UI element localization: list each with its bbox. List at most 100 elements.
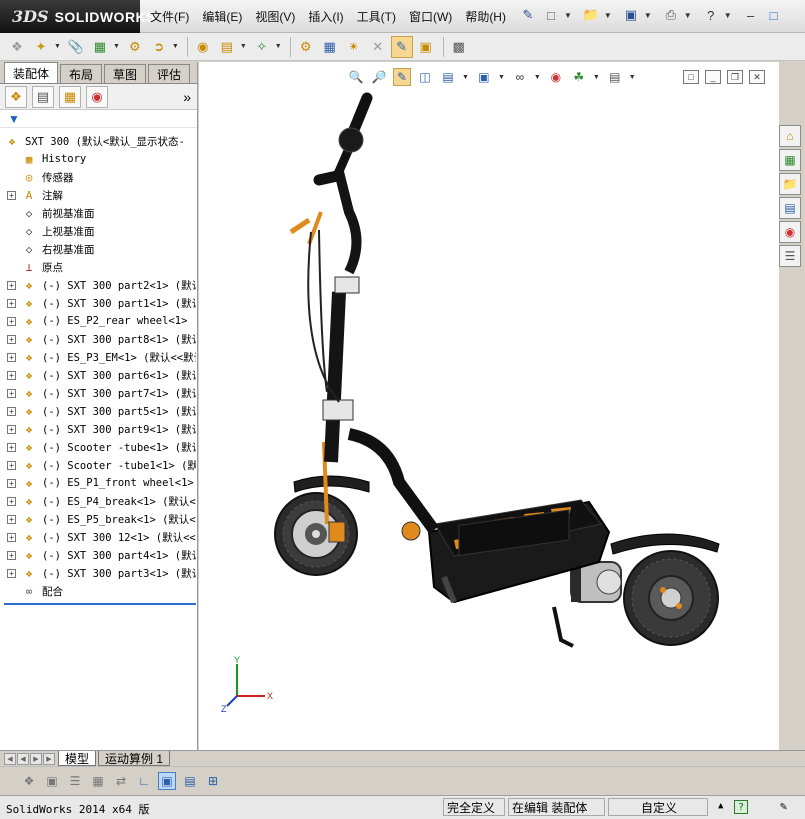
prev-tab-icon[interactable]: ◀ <box>17 752 29 765</box>
chevron-down-icon[interactable]: ▼ <box>113 43 120 50</box>
linear-pattern-icon[interactable]: ▦ <box>89 36 111 58</box>
section-icon[interactable]: ▦ <box>89 772 107 790</box>
chevron-down-icon[interactable]: ▼ <box>54 43 61 50</box>
chevron-down-icon[interactable]: ▼ <box>275 43 282 50</box>
tree-item[interactable]: + ❖ (-) SXT 300 part2<1> (默认< <box>0 276 196 294</box>
expand-icon[interactable]: + <box>7 550 16 560</box>
new-document-icon[interactable]: □ <box>541 5 561 25</box>
minimize-icon[interactable]: – <box>741 5 761 25</box>
tree-item[interactable]: ◇ 上视基准面 <box>0 222 196 240</box>
property-manager-icon[interactable]: ▤ <box>32 85 54 108</box>
help-icon[interactable]: ? <box>734 800 748 814</box>
explode-line-sketch-icon[interactable]: ✕ <box>367 36 389 58</box>
units-selector[interactable]: 自定义 <box>608 798 708 816</box>
chevron-down-icon[interactable]: ▼ <box>172 43 179 50</box>
expand-icon[interactable]: + <box>7 298 16 308</box>
chevron-down-icon[interactable]: ▼ <box>724 11 732 20</box>
tree-item[interactable]: ◎ 传感器 <box>0 168 196 186</box>
solidworks-logo[interactable]: 3DS SOLIDWORKS <box>0 0 156 33</box>
transfer-icon[interactable]: ⇄ <box>112 772 130 790</box>
feature-tree-icon[interactable]: ❖ <box>5 85 27 108</box>
expand-icon[interactable]: + <box>7 424 16 434</box>
expand-icon[interactable]: + <box>7 496 16 506</box>
menu-file[interactable]: 文件(F) <box>150 8 189 25</box>
tree-item[interactable]: ◇ 前视基准面 <box>0 204 196 222</box>
chevron-down-icon[interactable]: ▼ <box>564 11 572 20</box>
first-tab-icon[interactable]: ◀ <box>4 752 16 765</box>
expand-icon[interactable]: + <box>7 370 16 380</box>
show-hidden-icon[interactable]: ◉ <box>192 36 214 58</box>
expand-icon[interactable]: + <box>7 334 16 344</box>
tree-item[interactable]: + ❖ (-) ES_P5_break<1> (默认< <box>0 510 196 528</box>
design-library-icon[interactable]: ▦ <box>779 149 801 171</box>
tree-root[interactable]: ❖ SXT 300 (默认<默认_显示状态- <box>0 132 196 150</box>
menu-insert[interactable]: 插入(I) <box>308 8 343 25</box>
insert-component-icon[interactable]: ❖ <box>6 36 28 58</box>
help-icon[interactable]: ? <box>701 5 721 25</box>
tree-item[interactable]: + ❖ (-) ES_P4_break<1> (默认< <box>0 492 196 510</box>
view-palette-icon[interactable]: ▤ <box>779 197 801 219</box>
expand-icon[interactable]: + <box>7 406 16 416</box>
display-manager-icon[interactable]: ◉ <box>86 85 108 108</box>
tree-item[interactable]: + ❖ (-) ES_P3_EM<1> (默认<<默认 <box>0 348 196 366</box>
new-motion-study-icon[interactable]: ⚙ <box>295 36 317 58</box>
exploded-view-icon[interactable]: ✴ <box>343 36 365 58</box>
chevron-down-icon[interactable]: ▼ <box>240 43 247 50</box>
custom-properties-icon[interactable]: ☰ <box>779 245 801 267</box>
tab-evaluate[interactable]: 评估 <box>148 64 191 83</box>
tree-item[interactable]: + ❖ (-) SXT 300 part3<1> (默认< <box>0 564 196 582</box>
move-component-icon[interactable]: ➲ <box>148 36 170 58</box>
single-view-icon[interactable]: ▣ <box>158 771 176 790</box>
chevron-down-icon[interactable]: ▼ <box>644 11 652 20</box>
expand-icon[interactable]: + <box>7 532 16 542</box>
appearance-icon[interactable]: ❖ <box>20 772 38 790</box>
restore-icon[interactable]: □ <box>764 5 784 25</box>
expand-more-icon[interactable]: » <box>183 89 191 105</box>
tree-item[interactable]: + ❖ (-) SXT 300 part9<1> (默认< <box>0 420 196 438</box>
tree-item[interactable]: + A 注解 <box>0 186 196 204</box>
tree-item[interactable]: ∞ 配合 <box>0 582 196 600</box>
four-view-icon[interactable]: ⊞ <box>204 772 222 790</box>
open-folder-icon[interactable]: 📁 <box>581 5 601 25</box>
tree-item[interactable]: ◇ 右视基准面 <box>0 240 196 258</box>
instant3d-icon[interactable]: ▩ <box>448 36 470 58</box>
filter-icon[interactable]: ▼ <box>8 112 20 126</box>
expand-icon[interactable]: + <box>7 280 16 290</box>
save-icon[interactable]: ▣ <box>621 5 641 25</box>
expand-icon[interactable]: + <box>7 442 16 452</box>
expand-icon[interactable]: + <box>7 460 16 470</box>
tab-model[interactable]: 模型 <box>58 751 97 766</box>
bill-of-materials-icon[interactable]: ▦ <box>319 36 341 58</box>
tree-item[interactable]: + ❖ (-) Scooter -tube<1> (默认< <box>0 438 196 456</box>
tab-sketch[interactable]: 草图 <box>104 64 147 83</box>
scooter-model[interactable] <box>199 62 779 750</box>
mate-icon[interactable]: 📎 <box>65 36 87 58</box>
expand-icon[interactable]: + <box>7 388 16 398</box>
chevron-down-icon[interactable]: ▼ <box>604 11 612 20</box>
file-explorer-icon[interactable]: 📁 <box>779 173 801 195</box>
last-tab-icon[interactable]: ▶ <box>43 752 55 765</box>
expand-icon[interactable]: + <box>7 190 16 200</box>
tab-layout[interactable]: 布局 <box>60 64 103 83</box>
tree-item[interactable]: + ❖ (-) SXT 300 part4<1> (默认< <box>0 546 196 564</box>
shaded-icon[interactable]: ▣ <box>43 772 61 790</box>
menu-window[interactable]: 窗口(W) <box>409 8 452 25</box>
expand-icon[interactable]: + <box>7 478 16 488</box>
new-part-icon[interactable]: ✦ <box>30 36 52 58</box>
expand-icon[interactable]: + <box>7 316 16 326</box>
tab-motion-study[interactable]: 运动算例 1 <box>98 751 171 766</box>
tree-item[interactable]: + ❖ (-) SXT 300 part5<1> (默认< <box>0 402 196 420</box>
tree-item[interactable]: + ❖ (-) ES_P2_rear wheel<1> ( <box>0 312 196 330</box>
expand-icon[interactable]: + <box>7 514 16 524</box>
axes-icon[interactable]: ∟ <box>135 772 153 790</box>
pin-icon[interactable]: ✎ <box>518 5 538 25</box>
tree-item[interactable]: ⊥ 原点 <box>0 258 196 276</box>
chevron-up-icon[interactable]: ▲ <box>718 801 723 811</box>
interference-detection-icon[interactable]: ✎ <box>390 35 413 58</box>
quick-tips-icon[interactable]: ✎ <box>780 799 787 813</box>
reference-geometry-icon[interactable]: ✧ <box>251 36 273 58</box>
print-icon[interactable]: ⎙ <box>661 5 681 25</box>
menu-view[interactable]: 视图(V) <box>255 8 295 25</box>
smart-fasteners-icon[interactable]: ⚙ <box>124 36 146 58</box>
two-view-horizontal-icon[interactable]: ▤ <box>181 772 199 790</box>
